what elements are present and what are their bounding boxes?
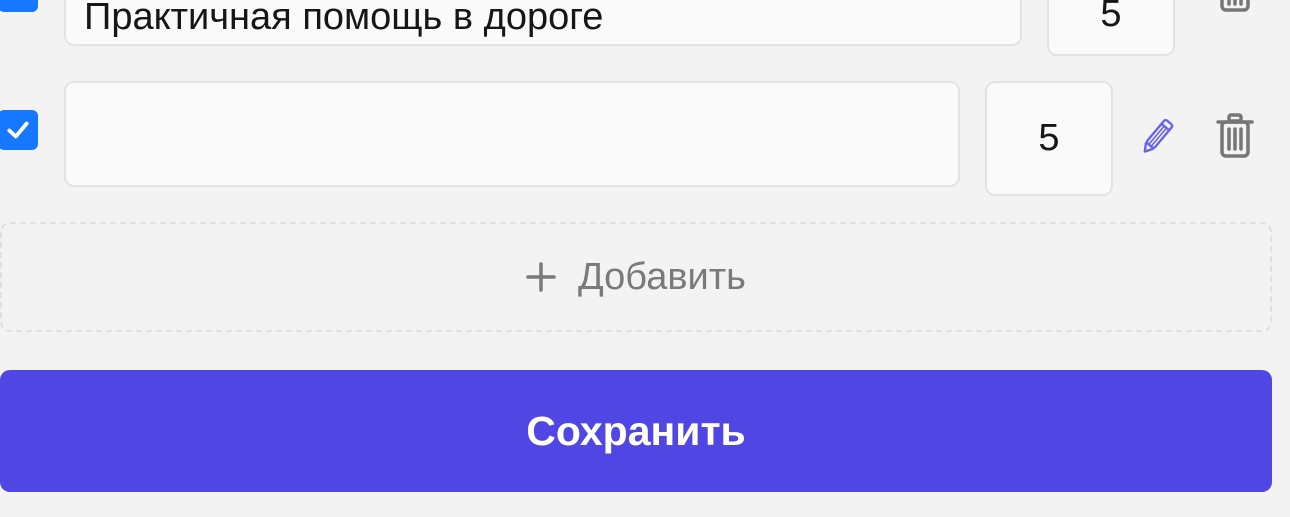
row-2-delete-button[interactable] bbox=[1212, 112, 1258, 160]
check-icon bbox=[6, 0, 30, 4]
row-2-quantity-value: 5 bbox=[1038, 117, 1060, 159]
add-item-button[interactable]: Добавить bbox=[0, 222, 1272, 332]
pencil-icon bbox=[1143, 118, 1174, 153]
row-1-checkbox[interactable] bbox=[0, 0, 38, 12]
row-1-text-value: Практичная помощь в дороге bbox=[84, 0, 604, 38]
plus-icon bbox=[526, 262, 556, 292]
row-2-edit-button[interactable] bbox=[1134, 114, 1180, 160]
save-button[interactable]: Сохранить bbox=[0, 370, 1272, 492]
row-1-text-field[interactable]: Практичная помощь в дороге bbox=[64, 0, 1022, 46]
row-1-quantity-field[interactable]: 5 bbox=[1047, 0, 1175, 56]
trash-icon bbox=[1216, 113, 1254, 158]
row-1-delete-button[interactable] bbox=[1212, 0, 1258, 20]
check-icon bbox=[7, 121, 29, 139]
add-item-label: Добавить bbox=[578, 255, 746, 298]
row-1-quantity-value: 5 bbox=[1100, 0, 1122, 35]
save-button-label: Сохранить bbox=[526, 407, 746, 454]
row-2-text-field[interactable] bbox=[64, 81, 960, 187]
trash-icon bbox=[1220, 0, 1250, 12]
row-2-quantity-field[interactable]: 5 bbox=[985, 81, 1113, 196]
row-2-checkbox[interactable] bbox=[0, 110, 38, 150]
